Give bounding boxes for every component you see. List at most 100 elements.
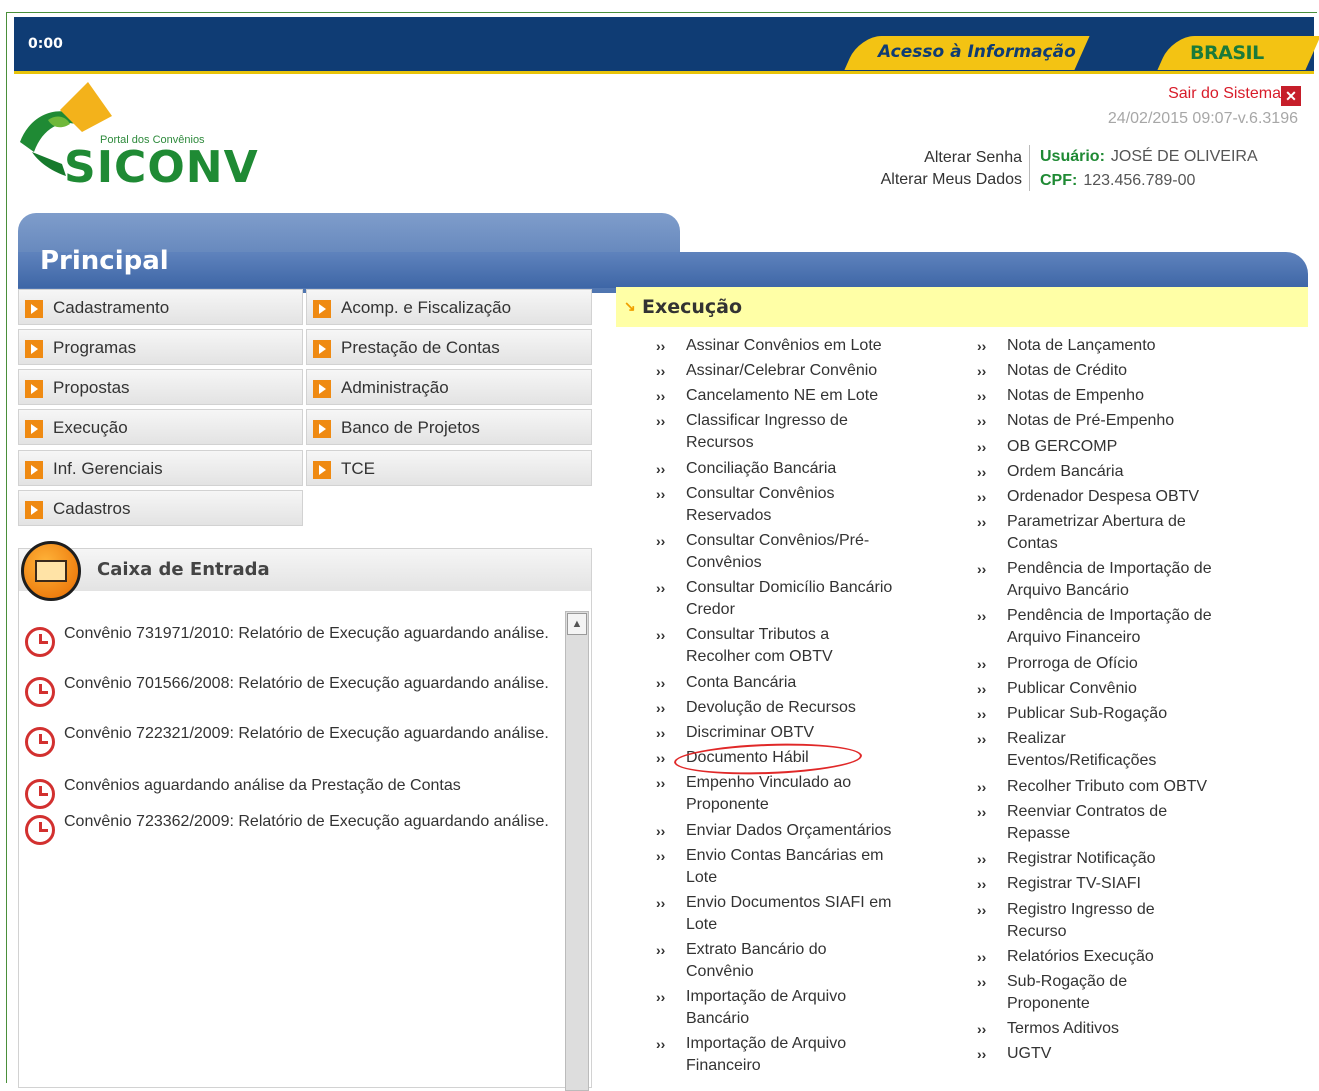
menu-item-label: Propostas [53, 378, 130, 397]
inbox-message-text: Convênio 731971/2010: Relatório de Execu… [64, 625, 549, 642]
bullet-icon: ›› [656, 338, 666, 354]
cpf-value: 123.456.789-00 [1083, 172, 1196, 189]
bullet-icon: ›› [977, 656, 987, 672]
bullet-icon: ›› [977, 731, 987, 747]
user-name: JOSÉ DE OLIVEIRA [1110, 148, 1258, 165]
bullet-icon: ›› [656, 486, 666, 502]
logout-link[interactable]: Sair do Sistema [1168, 85, 1281, 103]
bullet-icon: ›› [977, 1021, 987, 1037]
clock-icon [25, 779, 55, 809]
inbox-title: Caixa de Entrada [97, 559, 270, 580]
bullet-icon: ›› [977, 779, 987, 795]
arrow-right-icon [25, 380, 43, 398]
bullet-icon: ›› [977, 974, 987, 990]
bullet-icon: ›› [656, 700, 666, 716]
bullet-icon: ›› [977, 706, 987, 722]
arrow-right-icon [25, 501, 43, 519]
menu-item-label: TCE [341, 459, 375, 478]
page-title: Principal [40, 246, 169, 276]
envelope-icon [21, 541, 81, 601]
inbox-message-text: Convênio 701566/2008: Relatório de Execu… [64, 675, 549, 692]
close-icon[interactable]: ✕ [1281, 86, 1301, 106]
bullet-icon: ›› [656, 895, 666, 911]
clock-icon [25, 627, 55, 657]
bullet-icon: ›› [977, 949, 987, 965]
menu-item-acomp-fiscalizacao[interactable]: Acomp. e Fiscalização [306, 289, 592, 325]
menu-item-cadastramento[interactable]: Cadastramento [18, 289, 303, 325]
inbox-message-text: Convênio 722321/2009: Relatório de Execu… [64, 725, 549, 742]
inbox-message-text: Convênio 723362/2009: Relatório de Execu… [64, 813, 549, 830]
cpf-label: CPF: [1040, 172, 1078, 189]
arrow-right-icon [25, 300, 43, 318]
menu-item-banco-projetos[interactable]: Banco de Projetos [306, 409, 592, 445]
bullet-icon: ›› [977, 388, 987, 404]
menu-item-programas[interactable]: Programas [18, 329, 303, 365]
arrow-right-icon [313, 300, 331, 318]
execucao-title: Execução [642, 296, 743, 318]
bullet-icon: ›› [977, 338, 987, 354]
bullet-icon: ›› [977, 876, 987, 892]
menu-item-label: Banco de Projetos [341, 418, 480, 437]
bullet-icon: ›› [977, 608, 987, 624]
bullet-icon: ›› [656, 848, 666, 864]
change-data-link[interactable]: Alterar Meus Dados [881, 169, 1022, 191]
brasil-link[interactable]: BRASIL [1190, 42, 1264, 64]
bullet-icon: ›› [656, 942, 666, 958]
session-timer: 0:00 [28, 36, 63, 52]
bullet-icon: ›› [656, 461, 666, 477]
bullet-icon: ›› [977, 363, 987, 379]
menu-item-inf-gerenciais[interactable]: Inf. Gerenciais [18, 450, 303, 486]
menu-item-tce[interactable]: TCE [306, 450, 592, 486]
arrow-right-icon [313, 461, 331, 479]
user-links: Alterar Senha Alterar Meus Dados [881, 147, 1022, 191]
menu-item-label: Programas [53, 338, 137, 357]
menu-item-propostas[interactable]: Propostas [18, 369, 303, 405]
bullet-icon: ›› [656, 989, 666, 1005]
arrow-down-right-icon: ↘ [624, 298, 636, 314]
bullet-icon: ›› [656, 1036, 666, 1052]
arrow-right-icon [25, 461, 43, 479]
bullet-icon: ›› [977, 902, 987, 918]
menu-item-label: Prestação de Contas [341, 338, 500, 357]
bullet-icon: ›› [656, 580, 666, 596]
bullet-icon: ›› [656, 823, 666, 839]
inbox-scrollbar[interactable]: ▲ [565, 611, 589, 1091]
bullet-icon: ›› [977, 413, 987, 429]
principal-bar [18, 252, 1308, 288]
acesso-informacao-link[interactable]: Acesso à Informação [878, 42, 1076, 62]
menu-item-cadastros[interactable]: Cadastros [18, 490, 303, 526]
menu-item-execucao[interactable]: Execução [18, 409, 303, 445]
clock-icon [25, 677, 55, 707]
user-info: Usuário: JOSÉ DE OLIVEIRA CPF: 123.456.789… [1040, 145, 1258, 193]
menu-item-label: Acomp. e Fiscalização [341, 298, 512, 317]
bullet-icon: ›› [656, 627, 666, 643]
bullet-icon: ›› [977, 439, 987, 455]
inbox-panel: Caixa de Entrada Convênio 731971/2010: R… [18, 541, 592, 1091]
logo-title: SICONV [64, 142, 259, 193]
bullet-icon: ›› [977, 804, 987, 820]
scroll-up-icon[interactable]: ▲ [567, 613, 587, 635]
menu-item-label: Administração [341, 378, 449, 397]
bullet-icon: ›› [656, 725, 666, 741]
arrow-right-icon [313, 420, 331, 438]
user-divider [1029, 145, 1030, 191]
bullet-icon: ›› [977, 1046, 987, 1062]
menu-item-administracao[interactable]: Administração [306, 369, 592, 405]
change-password-link[interactable]: Alterar Senha [881, 147, 1022, 169]
clock-icon [25, 815, 55, 845]
bullet-icon: ›› [656, 533, 666, 549]
menu-item-prestacao-contas[interactable]: Prestação de Contas [306, 329, 592, 365]
bullet-icon: ›› [977, 514, 987, 530]
bullet-icon: ›› [977, 489, 987, 505]
arrow-right-icon [313, 340, 331, 358]
bullet-icon: ›› [656, 750, 666, 766]
arrow-right-icon [25, 420, 43, 438]
menu-item-label: Cadastros [53, 499, 131, 518]
menu-item-label: Execução [53, 418, 128, 437]
bullet-icon: ›› [656, 388, 666, 404]
top-bar: 0:00 [14, 17, 1314, 74]
bullet-icon: ›› [977, 464, 987, 480]
bullet-icon: ›› [656, 363, 666, 379]
bullet-icon: ›› [977, 561, 987, 577]
bullet-icon: ›› [656, 675, 666, 691]
